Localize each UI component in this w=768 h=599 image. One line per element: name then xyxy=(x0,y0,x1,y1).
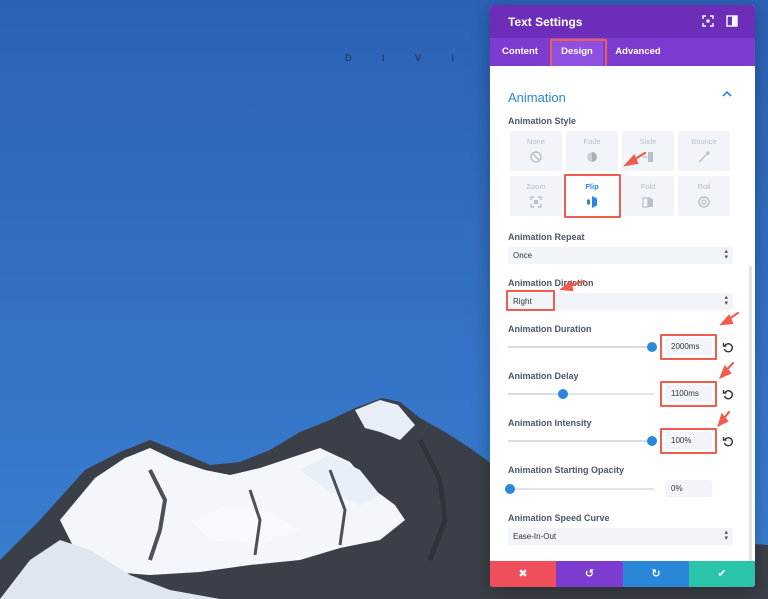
annotation-arrow-direction xyxy=(559,279,586,292)
annotation-arrow-delay xyxy=(718,361,735,380)
annotation-arrows xyxy=(559,151,740,428)
annotation-arrow-flip xyxy=(623,151,647,167)
annotation-arrow-intensity xyxy=(717,410,731,428)
annotation-arrow-duration xyxy=(719,311,740,326)
